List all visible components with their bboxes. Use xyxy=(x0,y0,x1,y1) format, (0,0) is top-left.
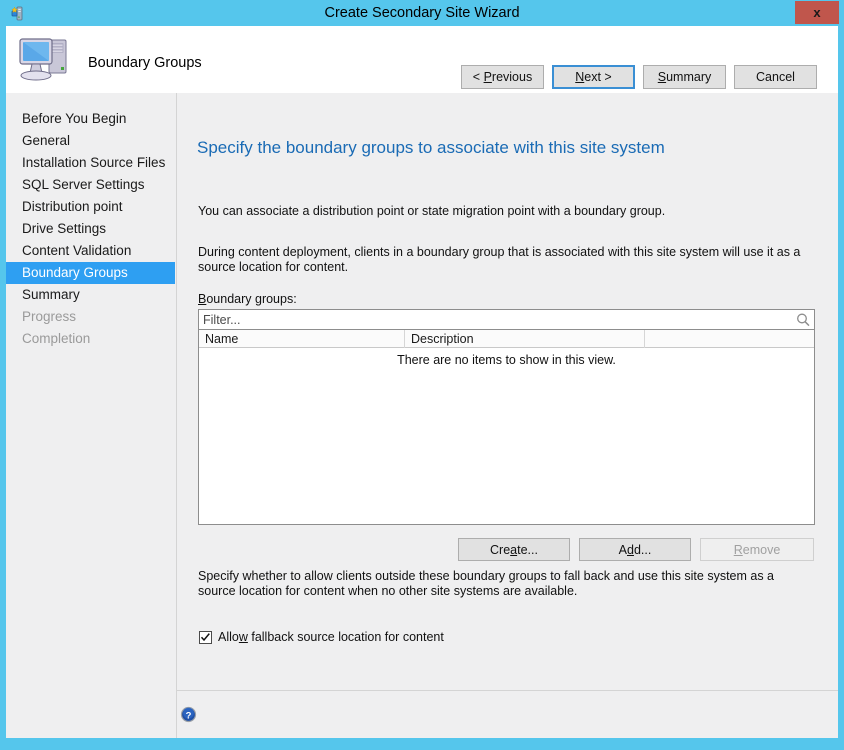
column-header-description[interactable]: Description xyxy=(405,330,645,348)
page-title: Boundary Groups xyxy=(88,55,202,71)
sidebar-item-summary[interactable]: Summary xyxy=(6,284,175,306)
sidebar-item-progress: Progress xyxy=(22,309,77,324)
sidebar-item-drive-settings[interactable]: Drive Settings xyxy=(6,218,175,240)
svg-text:?: ? xyxy=(186,710,192,721)
computer-icon xyxy=(16,32,74,86)
sidebar-item-sql-server-settings[interactable]: SQL Server Settings xyxy=(6,174,175,196)
previous-button[interactable]: < Previous xyxy=(461,65,544,89)
boundary-groups-listview[interactable]: Name Description There are no items to s… xyxy=(198,330,815,525)
remove-button: Remove xyxy=(700,538,814,561)
sidebar-item-installation-source-files[interactable]: Installation Source Files xyxy=(6,152,175,174)
footer-left-divider xyxy=(176,690,177,738)
title-bar: Create Secondary Site Wizard x xyxy=(0,0,844,26)
boundary-groups-label-rest: oundary groups: xyxy=(206,292,297,306)
column-header-filler xyxy=(645,330,814,348)
wizard-window: Create Secondary Site Wizard x Boundary … xyxy=(0,0,844,750)
content-panel: Specify the boundary groups to associate… xyxy=(177,93,838,690)
add-button[interactable]: Add... xyxy=(579,538,691,561)
sidebar-item-distribution-point[interactable]: Distribution point xyxy=(6,196,175,218)
create-button[interactable]: Create... xyxy=(458,538,570,561)
next-button[interactable]: Next > xyxy=(552,65,635,89)
fallback-paragraph: Specify whether to allow clients outside… xyxy=(198,569,775,598)
sidebar-item-content-validation[interactable]: Content Validation xyxy=(6,240,175,262)
search-icon[interactable] xyxy=(795,312,811,328)
column-header-name[interactable]: Name xyxy=(199,330,405,348)
summary-button[interactable]: Summary xyxy=(643,65,726,89)
filter-input[interactable] xyxy=(203,312,783,328)
sidebar-item-before-you-begin[interactable]: Before You Begin xyxy=(6,108,175,130)
boundary-groups-label: Boundary groups: xyxy=(198,292,297,306)
content-heading: Specify the boundary groups to associate… xyxy=(197,138,665,157)
allow-fallback-checkbox-label[interactable]: Allow fallback source location for conte… xyxy=(218,630,444,644)
wizard-step-list: Before You Begin General Installation So… xyxy=(6,93,176,690)
intro-paragraph-1: You can associate a distribution point o… xyxy=(198,204,666,218)
sidebar-item-completion: Completion xyxy=(22,331,91,346)
allow-fallback-checkbox[interactable] xyxy=(199,631,212,644)
listview-empty-message: There are no items to show in this view. xyxy=(397,353,616,367)
footer-divider xyxy=(177,690,838,691)
filter-box[interactable] xyxy=(198,309,815,330)
window-body: Boundary Groups Before You Begin General… xyxy=(6,26,838,738)
sidebar-item-general[interactable]: General xyxy=(6,130,175,152)
help-icon[interactable]: ? xyxy=(180,706,197,723)
intro-paragraph-2: During content deployment, clients in a … xyxy=(198,245,801,274)
close-button[interactable]: x xyxy=(795,1,839,24)
window-title: Create Secondary Site Wizard xyxy=(324,5,520,21)
sidebar-item-boundary-groups[interactable]: Boundary Groups xyxy=(6,262,175,284)
listview-header: Name Description xyxy=(199,330,814,348)
cancel-button[interactable]: Cancel xyxy=(734,65,817,89)
footer-bar xyxy=(6,690,838,738)
